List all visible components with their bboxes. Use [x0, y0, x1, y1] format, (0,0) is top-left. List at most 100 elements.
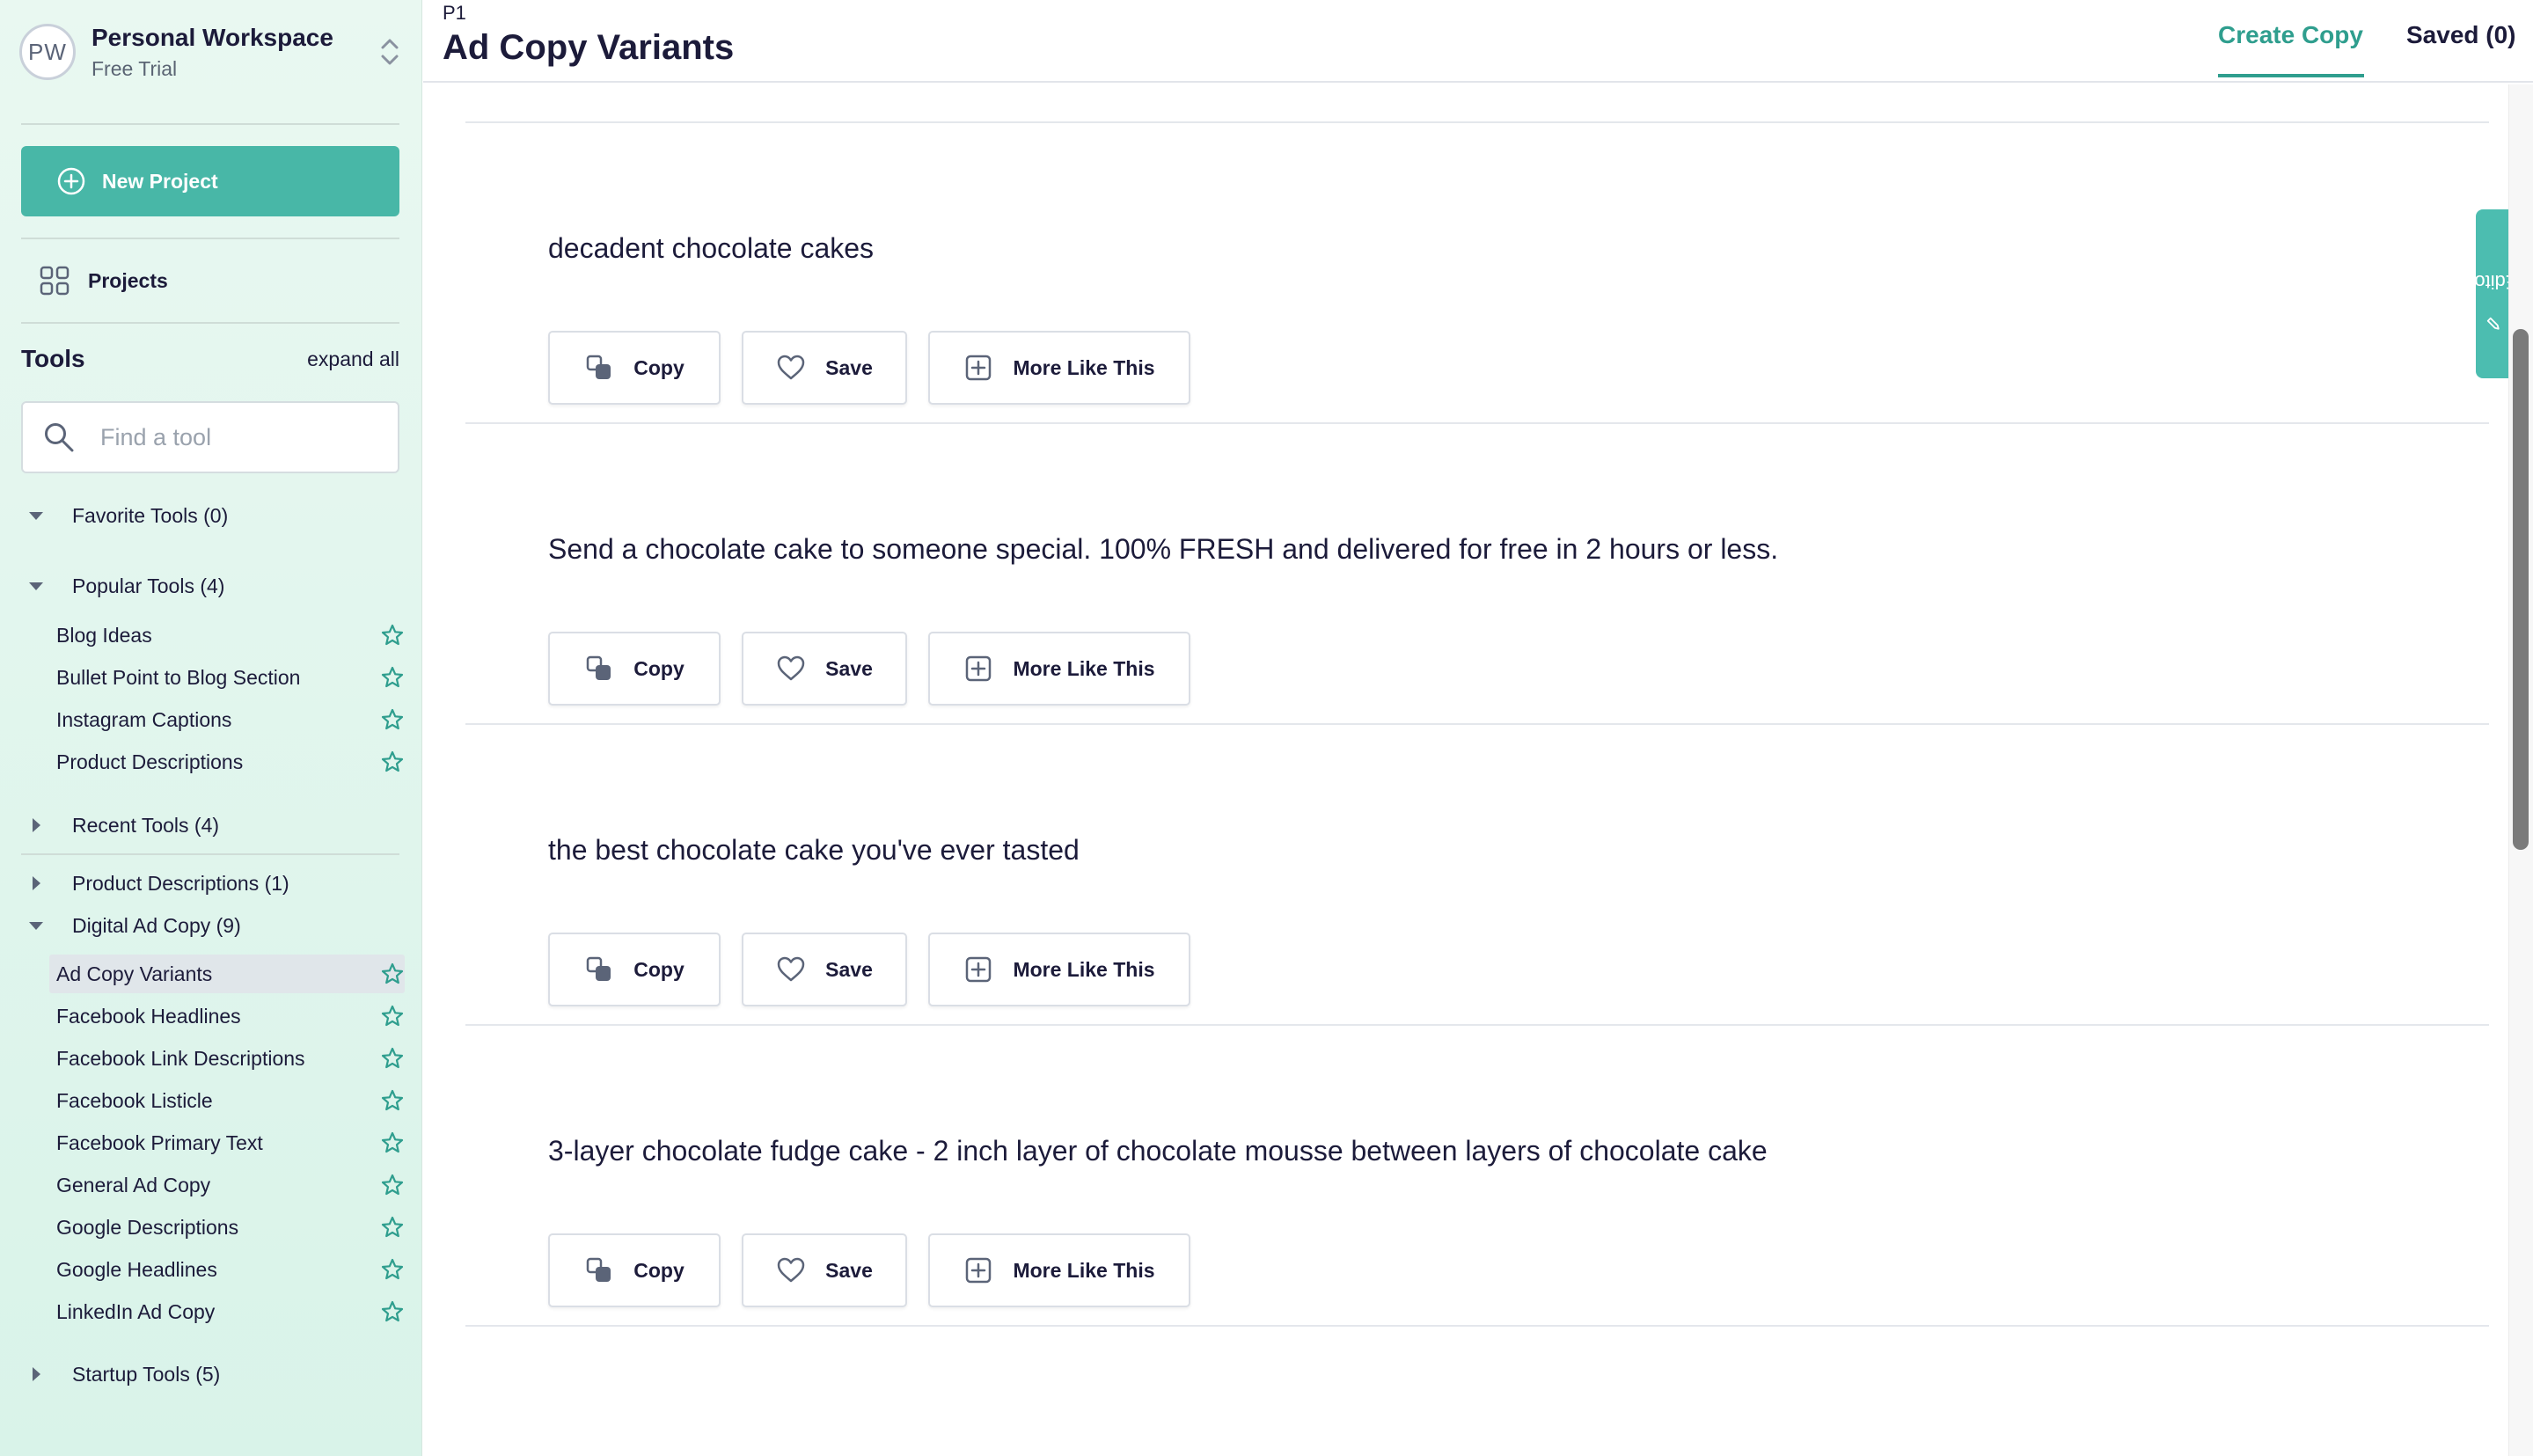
copy-icon [587, 956, 611, 981]
group-label: Startup Tools (5) [72, 1362, 221, 1386]
expand-all-link[interactable]: expand all [307, 348, 399, 371]
tool-label: Google Descriptions [56, 1215, 239, 1239]
tool-item[interactable]: Facebook Primary Text [49, 1123, 405, 1162]
tool-item[interactable]: LinkedIn Ad Copy [49, 1292, 405, 1331]
tool-label: Blog Ideas [56, 623, 152, 647]
copy-label: Copy [633, 957, 684, 981]
group-label: Recent Tools (4) [72, 813, 220, 837]
copy-button[interactable]: Copy [548, 933, 721, 1006]
star-icon[interactable] [380, 623, 405, 648]
workspace-plan: Free Trial [92, 56, 178, 80]
group-popular-tools[interactable]: Popular Tools (4) [26, 568, 224, 604]
page-title: Ad Copy Variants [443, 28, 735, 67]
copy-button[interactable]: Copy [548, 632, 721, 706]
group-label: Digital Ad Copy (9) [72, 913, 241, 937]
tool-item-active[interactable]: Ad Copy Variants [49, 955, 405, 993]
tool-item[interactable]: Product Descriptions [49, 743, 405, 781]
tool-item[interactable]: Blog Ideas [49, 616, 405, 655]
save-button[interactable]: Save [742, 1233, 907, 1307]
chevron-up-down-icon[interactable] [377, 33, 403, 71]
heart-icon [777, 1257, 805, 1283]
scrollbar-thumb[interactable] [2513, 329, 2529, 850]
tool-search[interactable] [21, 401, 399, 473]
group-favorite-tools[interactable]: Favorite Tools (0) [26, 498, 228, 533]
save-label: Save [825, 957, 873, 981]
plus-circle-icon [57, 167, 85, 195]
star-icon[interactable] [380, 1088, 405, 1113]
tool-item[interactable]: Bullet Point to Blog Section [49, 658, 405, 697]
tool-item[interactable]: General Ad Copy [49, 1166, 405, 1204]
copy-button[interactable]: Copy [548, 1233, 721, 1307]
caret-down-icon [29, 512, 43, 520]
group-label: Popular Tools (4) [72, 574, 225, 597]
tool-label: Facebook Listicle [56, 1088, 213, 1112]
sidebar: PW Personal Workspace Free Trial New Pro… [0, 0, 422, 1456]
tool-item[interactable]: Google Descriptions [49, 1208, 405, 1247]
nav-projects[interactable]: Projects [39, 260, 168, 301]
caret-down-icon [29, 582, 43, 590]
editor-tab[interactable]: Editor [2468, 209, 2519, 378]
tool-label: Ad Copy Variants [56, 962, 213, 985]
star-icon[interactable] [380, 1046, 405, 1071]
save-button[interactable]: Save [742, 632, 907, 706]
new-project-button[interactable]: New Project [21, 146, 399, 216]
star-icon[interactable] [380, 1215, 405, 1240]
group-digital-ad-copy[interactable]: Digital Ad Copy (9) [26, 908, 241, 943]
more-like-this-button[interactable]: More Like This [928, 331, 1190, 405]
star-icon[interactable] [380, 962, 405, 986]
group-recent-tools[interactable]: Recent Tools (4) [26, 808, 219, 843]
page-header: P1 Ad Copy Variants Create Copy Saved (0… [423, 0, 2533, 83]
group-product-descriptions[interactable]: Product Descriptions (1) [26, 866, 289, 901]
star-icon[interactable] [380, 1257, 405, 1282]
star-icon[interactable] [380, 707, 405, 732]
plus-square-icon [966, 956, 992, 983]
caret-right-icon [33, 876, 40, 890]
tool-label: Facebook Headlines [56, 1004, 241, 1028]
tools-title: Tools [21, 345, 85, 372]
active-tab-indicator [2218, 74, 2364, 77]
workspace-switcher[interactable]: PW Personal Workspace Free Trial [19, 21, 403, 83]
heart-icon [777, 655, 805, 681]
star-icon[interactable] [380, 665, 405, 690]
copy-icon [587, 655, 611, 680]
group-startup-tools[interactable]: Startup Tools (5) [26, 1357, 220, 1392]
star-icon[interactable] [380, 750, 405, 774]
more-like-this-button[interactable]: More Like This [928, 632, 1190, 706]
copy-button[interactable]: Copy [548, 331, 721, 405]
avatar: PW [19, 24, 76, 80]
star-icon[interactable] [380, 1004, 405, 1028]
divider [21, 123, 399, 125]
save-button[interactable]: Save [742, 933, 907, 1006]
plus-square-icon [966, 655, 992, 682]
tool-item[interactable]: Facebook Listicle [49, 1081, 405, 1120]
search-icon [45, 423, 74, 452]
tab-saved[interactable]: Saved (0) [2406, 21, 2516, 49]
nav-projects-label: Projects [88, 268, 168, 292]
tool-label: Instagram Captions [56, 707, 232, 731]
result-card: decadent chocolate cakes Copy Save More … [465, 123, 2489, 424]
result-text: Send a chocolate cake to someone special… [548, 533, 1779, 565]
tool-item[interactable]: Instagram Captions [49, 700, 405, 739]
tool-item[interactable]: Google Headlines [49, 1250, 405, 1289]
group-label: Favorite Tools (0) [72, 503, 229, 527]
more-like-this-button[interactable]: More Like This [928, 1233, 1190, 1307]
save-label: Save [825, 656, 873, 680]
breadcrumb[interactable]: P1 [443, 2, 466, 25]
copy-label: Copy [633, 355, 684, 379]
divider [21, 322, 399, 324]
tool-search-input[interactable] [100, 423, 382, 451]
tab-create-copy[interactable]: Create Copy [2218, 21, 2363, 49]
star-icon[interactable] [380, 1299, 405, 1324]
more-like-this-button[interactable]: More Like This [928, 933, 1190, 1006]
more-like-this-label: More Like This [1013, 355, 1155, 379]
tool-label: Product Descriptions [56, 750, 244, 773]
tool-label: Google Headlines [56, 1257, 217, 1281]
pencil-icon [2487, 317, 2500, 330]
star-icon[interactable] [380, 1173, 405, 1197]
star-icon[interactable] [380, 1130, 405, 1155]
save-button[interactable]: Save [742, 331, 907, 405]
tool-item[interactable]: Facebook Link Descriptions [49, 1039, 405, 1078]
copy-icon [587, 355, 611, 379]
tool-label: LinkedIn Ad Copy [56, 1299, 216, 1323]
tool-item[interactable]: Facebook Headlines [49, 997, 405, 1035]
